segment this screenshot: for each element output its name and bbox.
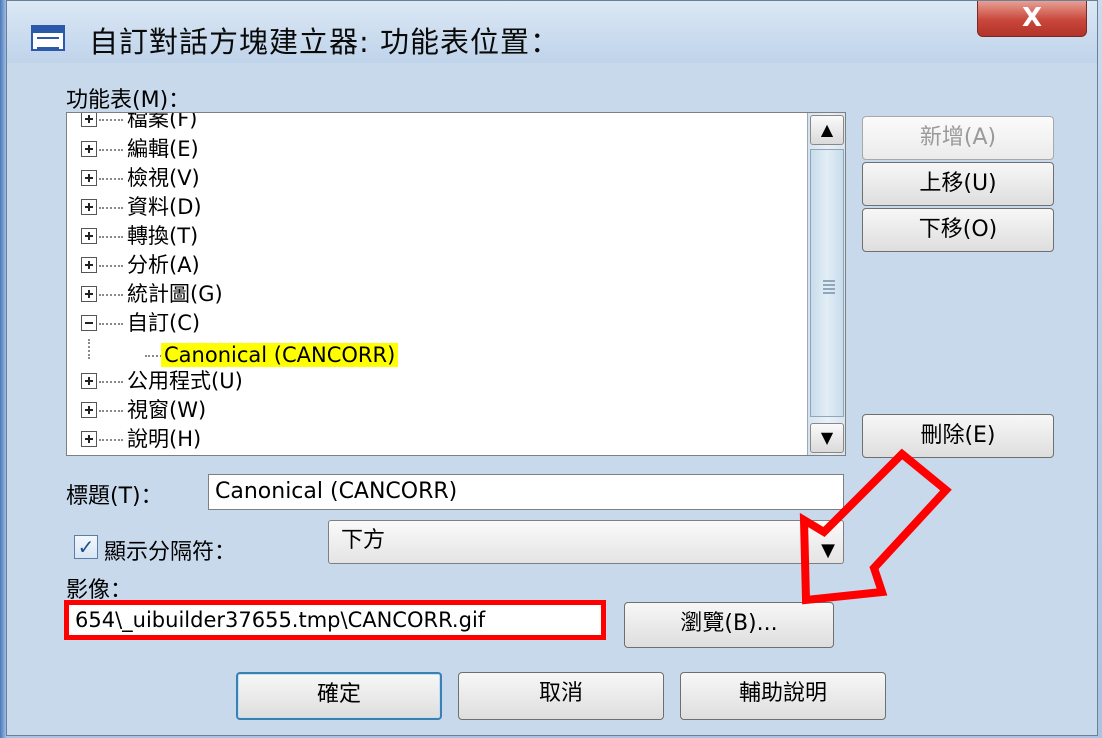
annotation-arrow-shape bbox=[799, 448, 952, 605]
annotation-arrow bbox=[799, 448, 952, 605]
